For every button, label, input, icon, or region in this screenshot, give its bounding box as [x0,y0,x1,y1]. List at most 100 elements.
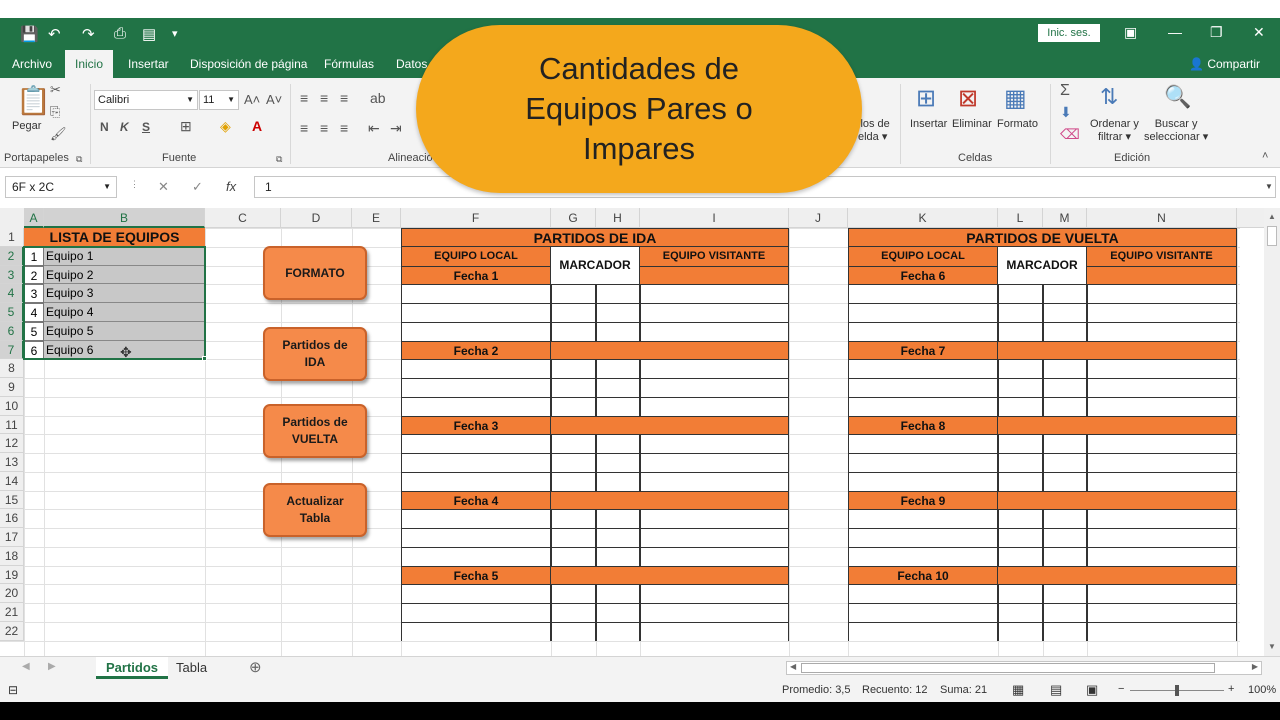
vuelta-match-cell[interactable] [998,303,1043,322]
team-number-cell[interactable]: 5 [24,321,44,341]
paste-button[interactable]: Pegar [12,120,41,132]
borders-icon[interactable]: ⊞ [180,118,192,135]
bold-button[interactable]: N [100,120,109,134]
ida-match-cell[interactable] [640,434,789,453]
underline-button[interactable]: S [142,120,150,134]
row-header[interactable]: 16 [0,509,24,528]
cell-styles-button[interactable]: ilos de elda ▾ [858,118,890,143]
vuelta-match-cell[interactable] [1043,453,1087,472]
vuelta-match-cell[interactable] [1087,453,1237,472]
row-header[interactable]: 10 [0,396,24,416]
ribbon-display-icon[interactable]: ▣ [1124,24,1137,41]
vuelta-match-cell[interactable] [848,284,998,303]
ida-match-cell[interactable] [596,584,640,603]
ida-local-header[interactable]: EQUIPO LOCAL [401,246,551,266]
zoom-slider-thumb[interactable] [1175,685,1179,696]
insert-cells-icon[interactable]: ⊞ [916,84,936,113]
ida-match-cell[interactable] [551,584,596,603]
ida-match-cell[interactable] [596,303,640,322]
vuelta-match-cell[interactable] [848,378,998,397]
ida-match-cell[interactable] [640,303,789,322]
row-header[interactable]: 8 [0,359,24,378]
ida-match-cell[interactable] [596,471,640,491]
ida-match-cell[interactable] [551,359,596,378]
fill-color-icon[interactable]: ◈ [220,118,231,135]
find-select-button[interactable]: Buscar y seleccionar ▾ [1144,118,1208,143]
tab-disposicion[interactable]: Disposición de página [184,50,313,78]
scroll-thumb[interactable] [1267,226,1277,246]
page-break-icon[interactable]: ▣ [1086,682,1098,698]
ida-match-cell[interactable] [401,321,551,341]
ida-match-cell[interactable] [596,359,640,378]
row-header[interactable]: 4 [0,284,24,303]
paste-icon[interactable]: 📋 [16,84,51,117]
vuelta-match-cell[interactable] [1043,321,1087,341]
ida-match-cell[interactable] [551,528,596,547]
ida-match-cell[interactable] [640,509,789,528]
vuelta-match-cell[interactable] [1087,284,1237,303]
ida-match-cell[interactable] [551,471,596,491]
align-bottom-icon[interactable]: ≡ [340,90,348,106]
ida-visitante-header[interactable]: EQUIPO VISITANTE [640,246,789,266]
undo-icon[interactable]: ↶ [48,25,61,43]
vuelta-title[interactable]: PARTIDOS DE VUELTA [848,228,1237,247]
insert-function-icon[interactable]: fx [226,179,236,194]
row-header[interactable]: 22 [0,621,24,641]
maximize-icon[interactable]: ❐ [1210,24,1223,41]
row-header[interactable]: 13 [0,453,24,472]
vuelta-fecha-score-band[interactable] [998,415,1087,435]
ida-match-cell[interactable] [401,603,551,622]
ida-fecha-visit-band[interactable] [640,415,789,435]
ida-match-cell[interactable] [551,509,596,528]
column-header[interactable]: A [24,208,44,228]
ida-match-cell[interactable] [640,453,789,472]
vuelta-fecha-visit-band[interactable] [1087,415,1237,435]
ida-fecha-label[interactable]: Fecha 4 [401,490,551,510]
ida-match-cell[interactable] [596,378,640,397]
ida-match-cell[interactable] [401,359,551,378]
vuelta-match-cell[interactable] [998,378,1043,397]
vuelta-visitante-header[interactable]: EQUIPO VISITANTE [1087,246,1237,266]
vuelta-fecha-label[interactable]: Fecha 9 [848,490,998,510]
row-header[interactable]: 14 [0,471,24,491]
font-launcher-icon[interactable]: ⧉ [276,154,282,165]
vuelta-match-cell[interactable] [848,359,998,378]
row-header[interactable]: 9 [0,378,24,397]
column-header[interactable]: E [352,208,401,228]
expand-formula-icon[interactable]: ▼ [1265,182,1273,191]
vuelta-match-cell[interactable] [1043,509,1087,528]
ida-match-cell[interactable] [640,621,789,641]
ida-match-cell[interactable] [596,509,640,528]
vuelta-match-cell[interactable] [848,471,998,491]
column-header[interactable]: J [789,208,848,228]
team-name-cell[interactable]: Equipo 1 [44,246,205,266]
row-header[interactable]: 3 [0,265,24,285]
ida-fecha-label[interactable]: Fecha 2 [401,340,551,360]
form-icon[interactable]: ▤ [142,25,156,43]
ida-fecha-score-band[interactable] [551,490,640,510]
column-header[interactable]: I [640,208,789,228]
vuelta-match-cell[interactable] [848,321,998,341]
vuelta-match-cell[interactable] [1087,509,1237,528]
next-sheet-icon[interactable]: ▶ [48,661,56,672]
sort-filter-button[interactable]: Ordenar y filtrar ▾ [1090,118,1139,143]
scroll-left-icon[interactable]: ◀ [790,662,796,671]
ida-fecha-visit-band[interactable] [640,265,789,285]
team-name-cell[interactable]: Equipo 5 [44,321,205,341]
vuelta-match-cell[interactable] [998,621,1043,641]
ida-fecha-score-band[interactable] [551,415,640,435]
vuelta-match-cell[interactable] [998,584,1043,603]
ida-match-cell[interactable] [551,453,596,472]
vuelta-fecha-label[interactable]: Fecha 8 [848,415,998,435]
minimize-icon[interactable]: — [1168,24,1182,40]
tab-formulas[interactable]: Fórmulas [318,50,380,78]
ida-match-cell[interactable] [596,396,640,416]
ida-match-cell[interactable] [401,471,551,491]
vuelta-match-cell[interactable] [848,621,998,641]
vuelta-fecha-label[interactable]: Fecha 10 [848,565,998,585]
column-header[interactable]: H [596,208,640,228]
ida-match-cell[interactable] [596,621,640,641]
column-header[interactable]: D [281,208,352,228]
sheet-tab-tabla[interactable]: Tabla [166,657,217,679]
page-layout-icon[interactable]: ▤ [1050,682,1062,698]
